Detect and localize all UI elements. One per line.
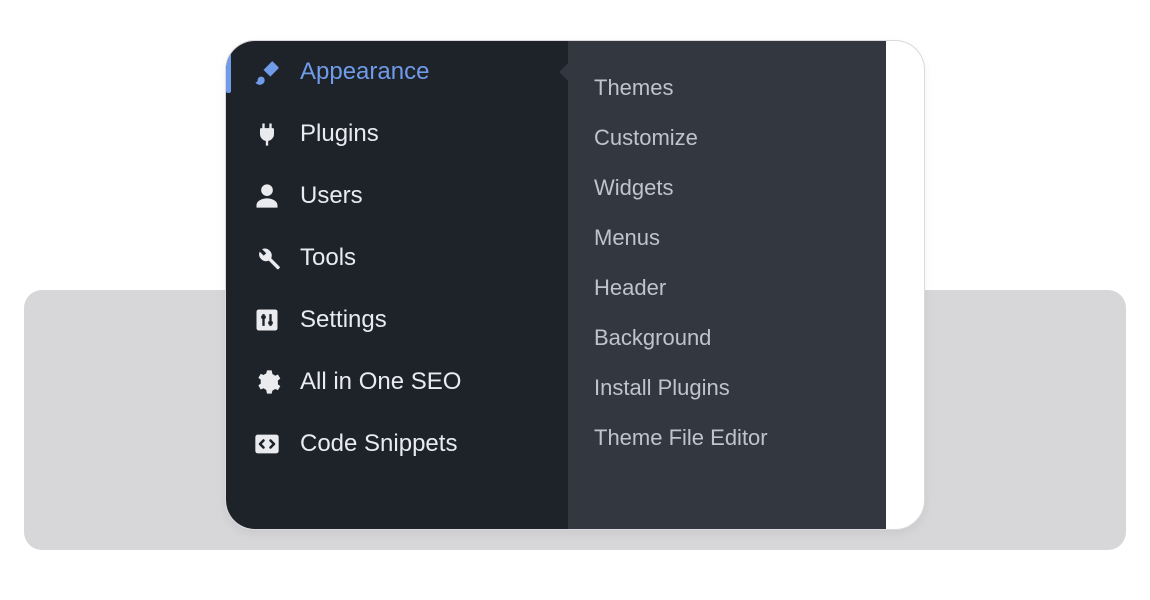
sidebar-item-label: Settings <box>300 306 387 334</box>
sidebar-item-appearance[interactable]: Appearance <box>226 41 568 103</box>
sidebar-item-code-snippets[interactable]: Code Snippets <box>226 413 568 475</box>
sidebar-item-label: Appearance <box>300 58 429 86</box>
sliders-icon <box>252 305 282 335</box>
gear-icon <box>252 367 282 397</box>
submenu-item-themes[interactable]: Themes <box>568 63 886 113</box>
sidebar-item-label: Users <box>300 182 363 210</box>
sidebar-item-settings[interactable]: Settings <box>226 289 568 351</box>
submenu-item-theme-file-editor[interactable]: Theme File Editor <box>568 413 886 463</box>
wrench-icon <box>252 243 282 273</box>
sidebar-item-all-in-one-seo[interactable]: All in One SEO <box>226 351 568 413</box>
sidebar-item-label: All in One SEO <box>300 368 461 396</box>
submenu-item-widgets[interactable]: Widgets <box>568 163 886 213</box>
appearance-submenu: Themes Customize Widgets Menus Header Ba… <box>568 41 886 529</box>
sidebar-item-label: Code Snippets <box>300 430 457 458</box>
sidebar-item-label: Tools <box>300 244 356 272</box>
code-icon <box>252 429 282 459</box>
sidebar-item-plugins[interactable]: Plugins <box>226 103 568 165</box>
admin-panel-card: Appearance Plugins Users Tools Se <box>225 40 925 530</box>
sidebar-item-label: Plugins <box>300 120 379 148</box>
admin-sidebar: Appearance Plugins Users Tools Se <box>226 41 568 529</box>
plug-icon <box>252 119 282 149</box>
brush-icon <box>252 57 282 87</box>
submenu-item-install-plugins[interactable]: Install Plugins <box>568 363 886 413</box>
submenu-item-header[interactable]: Header <box>568 263 886 313</box>
submenu-item-background[interactable]: Background <box>568 313 886 363</box>
sidebar-item-tools[interactable]: Tools <box>226 227 568 289</box>
submenu-item-customize[interactable]: Customize <box>568 113 886 163</box>
user-icon <box>252 181 282 211</box>
submenu-item-menus[interactable]: Menus <box>568 213 886 263</box>
sidebar-item-users[interactable]: Users <box>226 165 568 227</box>
